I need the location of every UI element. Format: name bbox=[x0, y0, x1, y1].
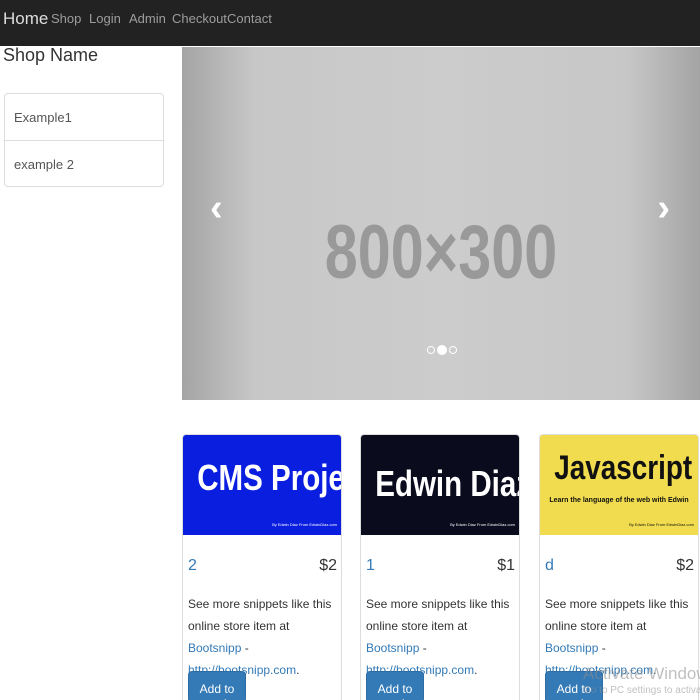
description-text: See more snippets like this online store… bbox=[188, 597, 332, 633]
add-to-cart-button[interactable]: Add to cart bbox=[188, 671, 246, 700]
image-carousel: 800×300 ‹ › bbox=[182, 47, 700, 400]
product-description: See more snippets like this online store… bbox=[188, 593, 341, 681]
product-banner-credit: By Edwin Diaz From EdwinDiaz.com bbox=[272, 522, 337, 527]
activate-windows-watermark: Activate Windows bbox=[583, 664, 700, 683]
product-banner-subtitle: Learn the language of the web with Edwin bbox=[549, 497, 689, 504]
category-item-example2[interactable]: example 2 bbox=[5, 140, 163, 186]
carousel-next-icon[interactable]: › bbox=[657, 187, 670, 230]
carousel-indicators bbox=[427, 345, 457, 355]
product-thumbnail[interactable]: Edwin Diaz By Edwin Diaz From EdwinDiaz.c… bbox=[361, 435, 519, 535]
activate-windows-subtitle: Go to PC settings to activate bbox=[583, 685, 700, 696]
product-name-link[interactable]: d bbox=[545, 557, 554, 575]
description-end: . bbox=[296, 663, 300, 677]
product-thumbnail[interactable]: CMS Project By Edwin Diaz From EdwinDiaz.… bbox=[183, 435, 341, 535]
product-banner-title: Edwin Diaz bbox=[375, 463, 520, 504]
description-text: See more snippets like this online store… bbox=[545, 597, 689, 633]
product-price: $2 bbox=[676, 557, 694, 574]
product-price: $1 bbox=[497, 557, 515, 574]
product-thumbnail[interactable]: Javascript Learn the language of the web … bbox=[540, 435, 698, 535]
product-description: See more snippets like this online store… bbox=[366, 593, 519, 681]
category-list: Example1 example 2 bbox=[4, 93, 164, 187]
nav-link-login[interactable]: Login bbox=[89, 11, 121, 26]
product-card: CMS Project By Edwin Diaz From EdwinDiaz.… bbox=[182, 434, 342, 700]
description-end: . bbox=[474, 663, 478, 677]
description-text: See more snippets like this online store… bbox=[366, 597, 510, 633]
description-separator: - bbox=[598, 641, 606, 655]
category-item-example1[interactable]: Example1 bbox=[5, 94, 163, 140]
product-banner-credit: By Edwin Diaz From EdwinDiaz.com bbox=[629, 522, 694, 527]
description-separator: - bbox=[241, 641, 249, 655]
carousel-indicator-dot[interactable] bbox=[427, 346, 435, 354]
product-banner-title: CMS Project bbox=[197, 457, 341, 498]
nav-link-checkout[interactable]: Checkout bbox=[172, 11, 227, 26]
product-card: Javascript Learn the language of the web … bbox=[539, 434, 699, 700]
nav-link-shop[interactable]: Shop bbox=[51, 11, 81, 26]
carousel-placeholder-text: 800×300 bbox=[324, 210, 558, 295]
top-navbar: Home Shop Login Admin Checkout Contact bbox=[0, 0, 700, 46]
product-price: $2 bbox=[319, 557, 337, 574]
product-card: Edwin Diaz By Edwin Diaz From EdwinDiaz.c… bbox=[360, 434, 520, 700]
carousel-indicator-dot[interactable] bbox=[449, 346, 457, 354]
bootsnipp-link[interactable]: Bootsnipp bbox=[188, 641, 241, 655]
carousel-prev-icon[interactable]: ‹ bbox=[210, 187, 223, 230]
product-banner-title: Javascript bbox=[554, 449, 693, 487]
nav-link-contact[interactable]: Contact bbox=[227, 11, 272, 26]
product-name-link[interactable]: 2 bbox=[188, 557, 197, 575]
description-separator: - bbox=[419, 641, 427, 655]
product-name-link[interactable]: 1 bbox=[366, 557, 375, 575]
product-banner-credit: By Edwin Diaz From EdwinDiaz.com bbox=[450, 522, 515, 527]
carousel-indicator-dot[interactable] bbox=[437, 345, 447, 355]
bootsnipp-link[interactable]: Bootsnipp bbox=[366, 641, 419, 655]
shop-name-heading: Shop Name bbox=[3, 45, 99, 65]
navbar-brand-home[interactable]: Home bbox=[3, 9, 48, 29]
add-to-cart-button[interactable]: Add to cart bbox=[366, 671, 424, 700]
bootsnipp-link[interactable]: Bootsnipp bbox=[545, 641, 598, 655]
nav-link-admin[interactable]: Admin bbox=[129, 11, 166, 26]
